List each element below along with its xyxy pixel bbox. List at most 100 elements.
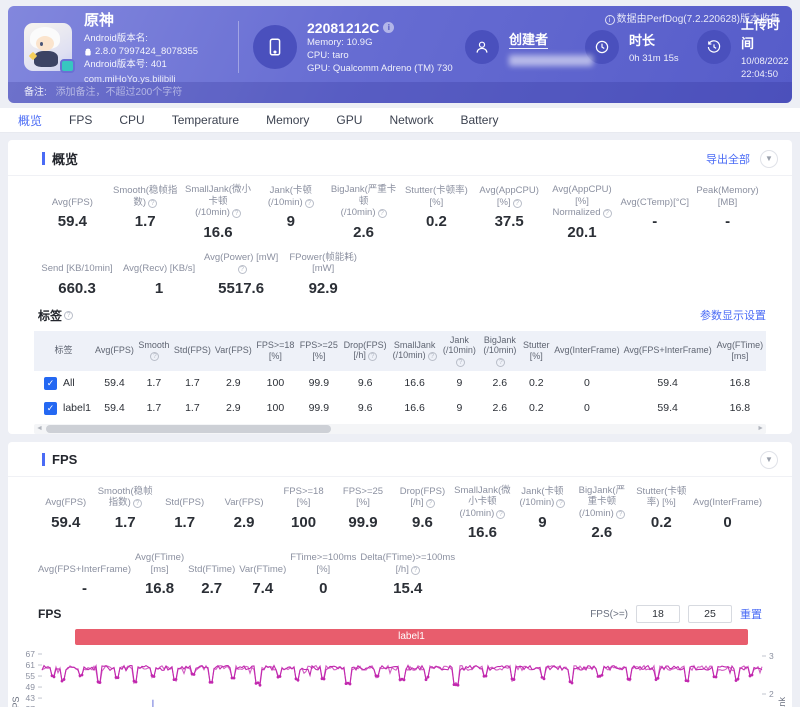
stat: Peak(Memory) [MB]- xyxy=(691,184,764,241)
tab-FPS[interactable]: FPS xyxy=(69,113,92,127)
stat: Stutter(卡顿率) [%]0.2 xyxy=(632,485,691,542)
upload-time-value: 10/08/2022 22:04:50 xyxy=(741,55,789,81)
horizontal-scrollbar[interactable]: ◄ ► xyxy=(34,424,766,434)
stat: Var(FTime)7.4 xyxy=(237,551,288,597)
cell-value: 0.2 xyxy=(520,396,552,421)
column-header: Jank (/10min)? xyxy=(439,331,479,371)
column-header: SmallJank (/10min)? xyxy=(390,331,440,371)
svg-text:67: 67 xyxy=(26,649,36,659)
help-icon[interactable]: ? xyxy=(150,352,159,361)
cell-value: 16.8 xyxy=(714,396,766,421)
help-icon[interactable]: ? xyxy=(411,566,420,575)
svg-text:2: 2 xyxy=(769,689,774,699)
labels-section-title: 标签 xyxy=(38,307,62,324)
stat: BigJank(严重卡顿(/10min)?2.6 xyxy=(572,485,631,542)
stat: Avg(Recv) [KB/s]1 xyxy=(118,251,200,297)
stat-value: 2.6 xyxy=(574,524,629,541)
fps-threshold-input-1[interactable] xyxy=(636,605,680,623)
cell-value: 59.4 xyxy=(622,371,714,396)
stat: Send [KB/10min]660.3 xyxy=(36,251,118,297)
help-icon[interactable]: ? xyxy=(378,209,387,218)
column-header: Avg(FTime) [ms] xyxy=(714,331,766,371)
row-checkbox[interactable]: ✓ xyxy=(44,377,57,390)
help-icon[interactable]: ? xyxy=(148,199,157,208)
stat: Smooth(稳帧指数)?1.7 xyxy=(95,485,154,542)
stat-value: 1 xyxy=(120,280,198,297)
svg-text:55: 55 xyxy=(26,671,36,681)
collapse-overview-button[interactable]: ▼ xyxy=(760,150,778,168)
stat: FPower(帧能耗) [mW]92.9 xyxy=(282,251,364,297)
stat-value: 20.1 xyxy=(548,224,617,241)
scroll-right-icon[interactable]: ► xyxy=(757,424,764,434)
help-icon[interactable]: ? xyxy=(232,209,241,218)
row-checkbox[interactable]: ✓ xyxy=(44,402,57,415)
cell-value: 0 xyxy=(552,396,621,421)
stat: Avg(AppCPU) [%]?37.5 xyxy=(473,184,546,241)
help-icon[interactable]: ? xyxy=(603,209,612,218)
param-display-settings-link[interactable]: 参数显示设置 xyxy=(700,307,766,323)
remark-placeholder: 添加备注，不超过200个字符 xyxy=(56,87,183,98)
help-icon[interactable]: ? xyxy=(496,358,505,367)
help-icon[interactable]: ? xyxy=(616,510,625,519)
column-header: Avg(FPS+InterFrame) xyxy=(622,331,714,371)
row-label: label1 xyxy=(63,402,91,414)
column-header: FPS>=25 [%] xyxy=(297,331,340,371)
collapse-fps-button[interactable]: ▼ xyxy=(760,451,778,469)
tab-GPU[interactable]: GPU xyxy=(336,113,362,127)
android-icon xyxy=(84,48,92,56)
duration-block: 时长 0h 31m 15s xyxy=(585,30,697,65)
help-icon[interactable]: ? xyxy=(305,199,314,208)
stat-value: 9 xyxy=(515,514,570,531)
stat-value: 100 xyxy=(276,514,331,531)
history-clock-icon xyxy=(705,38,723,56)
help-icon[interactable]: ? xyxy=(456,358,465,367)
help-icon[interactable]: ? xyxy=(133,499,142,508)
help-icon[interactable]: ? xyxy=(556,499,565,508)
stat-value: 7.4 xyxy=(239,580,286,597)
person-icon xyxy=(473,38,491,56)
help-icon[interactable]: ? xyxy=(238,265,247,274)
stat-value: 16.6 xyxy=(454,524,511,541)
column-header: FPS>=18 [%] xyxy=(254,331,297,371)
device-info-icon[interactable]: i xyxy=(383,22,394,33)
tab-CPU[interactable]: CPU xyxy=(119,113,144,127)
tab-概览[interactable]: 概览 xyxy=(18,112,42,129)
stat: Var(FPS)2.9 xyxy=(214,485,273,542)
stat-value: 1.7 xyxy=(111,213,180,230)
help-icon[interactable]: ? xyxy=(513,199,522,208)
fps-section-title: FPS xyxy=(52,452,77,467)
cell-value: 9 xyxy=(439,371,479,396)
svg-text:FPS: FPS xyxy=(11,696,21,707)
cell-value: 16.6 xyxy=(390,396,440,421)
title-accent-bar xyxy=(42,453,45,466)
tab-Temperature[interactable]: Temperature xyxy=(172,113,239,127)
scrollbar-thumb[interactable] xyxy=(46,425,331,433)
fps-line-chart[interactable]: 67615549433731251812321FPSJank xyxy=(8,646,792,707)
header-divider xyxy=(238,21,239,73)
remark-field[interactable]: 备注: 添加备注，不超过200个字符 xyxy=(8,82,792,103)
stat: Avg(Power) [mW]?5517.6 xyxy=(200,251,282,297)
tab-Network[interactable]: Network xyxy=(389,113,433,127)
creator-block: 创建者 xyxy=(465,29,585,66)
help-icon[interactable]: ? xyxy=(428,352,437,361)
threshold-apply-link[interactable]: 重置 xyxy=(740,606,762,622)
column-header: Avg(FPS) xyxy=(93,331,136,371)
export-all-link[interactable]: 导出全部 xyxy=(706,151,750,167)
duration-label: 时长 xyxy=(629,30,679,49)
fps-threshold-input-2[interactable] xyxy=(688,605,732,623)
tab-Memory[interactable]: Memory xyxy=(266,113,309,127)
phone-icon xyxy=(264,36,286,58)
scroll-left-icon[interactable]: ◄ xyxy=(36,424,43,434)
tab-Battery[interactable]: Battery xyxy=(460,113,498,127)
help-icon[interactable]: ? xyxy=(368,352,377,361)
label1-range-band: label1 xyxy=(75,629,748,645)
help-icon[interactable]: ? xyxy=(64,311,73,320)
stat-value: 1.7 xyxy=(157,514,212,531)
fps-stats-row1: Avg(FPS)59.4Smooth(稳帧指数)?1.7Std(FPS)1.7V… xyxy=(8,477,792,544)
stat-value: 1.7 xyxy=(97,514,152,531)
fps-threshold-label: FPS(>=) xyxy=(590,609,628,620)
help-icon[interactable]: ? xyxy=(496,510,505,519)
help-icon[interactable]: ? xyxy=(426,499,435,508)
table-row: ✓label159.41.71.72.910099.99.616.692.60.… xyxy=(34,396,766,421)
cell-value: 0.2 xyxy=(520,371,552,396)
